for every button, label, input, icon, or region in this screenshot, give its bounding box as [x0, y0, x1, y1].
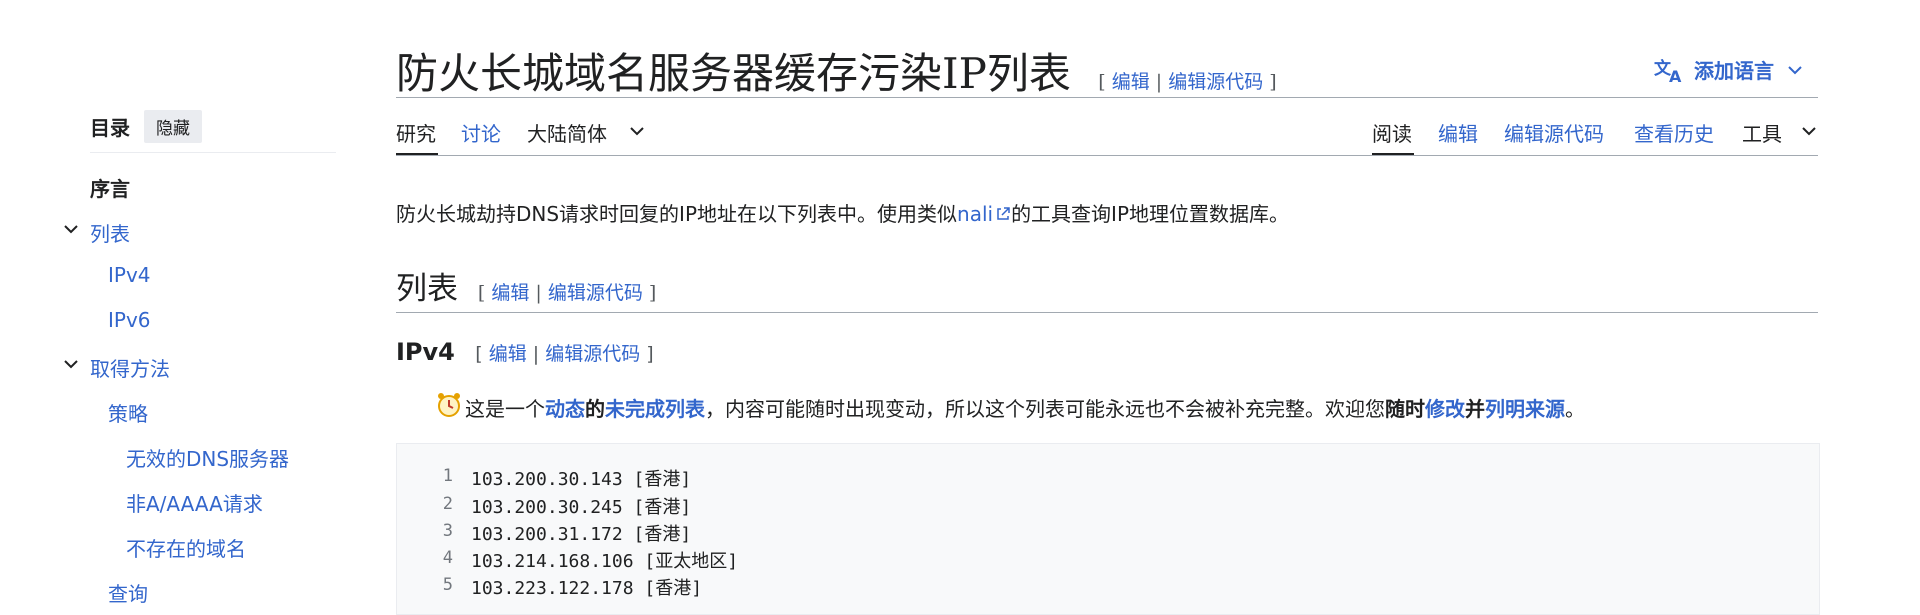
chevron-down-icon[interactable] [1800, 122, 1818, 140]
chevron-down-icon[interactable] [62, 355, 80, 373]
toc-item-list[interactable]: 列表 [90, 218, 130, 247]
separator: | [532, 343, 540, 365]
toc-item-query[interactable]: 查询 [108, 578, 148, 607]
title-divider [396, 97, 1818, 98]
section-list-heading: 列表 [ 编辑 | 编辑源代码 ] [396, 263, 656, 308]
section-ipv4-edit-link[interactable]: 编辑 [489, 343, 527, 365]
external-link-icon [997, 207, 1010, 220]
code-line: 103.200.30.143 [香港] [471, 469, 692, 490]
section-ipv4-edit-source-link[interactable]: 编辑源代码 [545, 343, 640, 365]
toc-item-non-a-aaaa[interactable]: 非A/AAAA请求 [126, 488, 263, 517]
code-line: 103.214.168.106 [亚太地区] [471, 551, 739, 572]
section-list-edit-link[interactable]: 编辑 [491, 282, 529, 304]
variant-dropdown[interactable]: 大陆简体 [527, 118, 607, 147]
code-line: 103.223.122.178 [香港] [471, 578, 703, 599]
intro-text-after: 的工具查询IP地理位置数据库。 [1011, 202, 1290, 226]
tab-read[interactable]: 阅读 [1372, 118, 1412, 147]
tab-talk[interactable]: 讨论 [461, 118, 501, 147]
toc-hide-button[interactable]: 隐藏 [144, 109, 202, 143]
toc-item-invalid-dns[interactable]: 无效的DNS服务器 [126, 443, 289, 472]
title-edit-links: [ 编辑 | 编辑源代码 ] [1098, 71, 1276, 93]
page-title-text: 防火长城域名服务器缓存污染IP列表 [396, 49, 1071, 98]
bracket-open: [ [477, 282, 486, 304]
code-line: 103.200.30.245 [香港] [471, 497, 692, 518]
toc-title: 目录 [90, 115, 130, 140]
toc-item-nonexistent-domain[interactable]: 不存在的域名 [126, 533, 246, 562]
toc-header: 目录 隐藏 [90, 108, 336, 153]
section-list-edit-links: [ 编辑 | 编辑源代码 ] [478, 282, 656, 304]
table-of-contents: 目录 隐藏 [90, 108, 336, 153]
notice-bold: 随时 [1385, 397, 1425, 421]
bracket-open: [ [1098, 71, 1106, 93]
bracket-close: ] [648, 282, 657, 304]
toc-item-preface[interactable]: 序言 [90, 173, 130, 202]
toc-item-methods[interactable]: 取得方法 [90, 353, 170, 382]
section-ipv4-heading: IPv4 [ 编辑 | 编辑源代码 ] [396, 338, 654, 366]
notice-bold: 并 [1465, 397, 1485, 421]
section-list-title: 列表 [396, 271, 458, 307]
notice-text: 这是一个 [465, 397, 545, 421]
tab-edit-source[interactable]: 编辑源代码 [1504, 118, 1604, 147]
edit-source-link[interactable]: 编辑源代码 [1168, 71, 1263, 93]
ip-code-block: 1 103.200.30.143 [香港] 2 103.200.30.245 [… [396, 443, 1820, 615]
notice-text: ，内容可能随时出现变动，所以这个列表可能永远也不会被补充完整。欢迎您 [705, 397, 1385, 421]
translate-icon: 文 A [1654, 58, 1682, 83]
intro-paragraph: 防火长城劫持DNS请求时回复的IP地址在以下列表中。使用类似nali 的工具查询I… [396, 198, 1289, 227]
section-ipv4-edit-links: [ 编辑 | 编辑源代码 ] [475, 343, 653, 365]
line-number: 4 [442, 548, 453, 568]
section-list-edit-source-link[interactable]: 编辑源代码 [548, 282, 643, 304]
intro-text: 防火长城劫持DNS请求时回复的IP地址在以下列表中。使用类似 [396, 202, 958, 226]
notice-box: 这是一个动态的未完成列表，内容可能随时出现变动，所以这个列表可能永远也不会被补充… [465, 393, 1585, 422]
notice-text: 的 [585, 397, 605, 421]
code-line: 103.200.31.172 [香港] [471, 524, 692, 545]
edit-link[interactable]: 编辑 [1112, 71, 1150, 93]
nali-link[interactable]: nali [957, 202, 993, 226]
line-number: 5 [442, 575, 453, 595]
tab-article[interactable]: 研究 [396, 118, 436, 147]
tab-edit[interactable]: 编辑 [1438, 118, 1478, 147]
chevron-down-icon[interactable] [62, 220, 80, 238]
tools-dropdown[interactable]: 工具 [1742, 118, 1782, 147]
separator: | [1155, 71, 1163, 93]
line-number: 3 [442, 521, 453, 541]
toc-item-strategy[interactable]: 策略 [108, 398, 148, 427]
line-number: 2 [442, 494, 453, 514]
notice-text: 。 [1565, 397, 1585, 421]
tabs-divider [396, 155, 1818, 156]
separator: | [535, 282, 542, 304]
chevron-down-icon [1788, 65, 1802, 74]
notice-link-edit[interactable]: 修改 [1425, 397, 1465, 421]
section-list-divider [396, 312, 1818, 313]
alarm-clock-icon [438, 393, 460, 417]
toc-item-ipv6[interactable]: IPv6 [108, 308, 151, 332]
bracket-close: ] [646, 343, 654, 365]
bracket-open: [ [475, 343, 483, 365]
add-language-button[interactable]: 文 A 添加语言 [1654, 55, 1804, 84]
notice-link-incomplete-list[interactable]: 未完成列表 [605, 397, 705, 421]
toc-item-ipv4[interactable]: IPv4 [108, 263, 151, 287]
bracket-close: ] [1269, 71, 1277, 93]
svg-text:A: A [1669, 67, 1682, 83]
notice-link-dynamic[interactable]: 动态 [545, 397, 585, 421]
notice-link-cite-sources[interactable]: 列明来源 [1485, 397, 1565, 421]
add-language-label: 添加语言 [1694, 59, 1774, 83]
section-ipv4-title: IPv4 [396, 338, 455, 366]
tab-history[interactable]: 查看历史 [1634, 118, 1714, 147]
chevron-down-icon[interactable] [628, 122, 646, 140]
page-title: 防火长城域名服务器缓存污染IP列表 [ 编辑 | 编辑源代码 ] [396, 40, 1277, 101]
line-number: 1 [442, 466, 453, 486]
